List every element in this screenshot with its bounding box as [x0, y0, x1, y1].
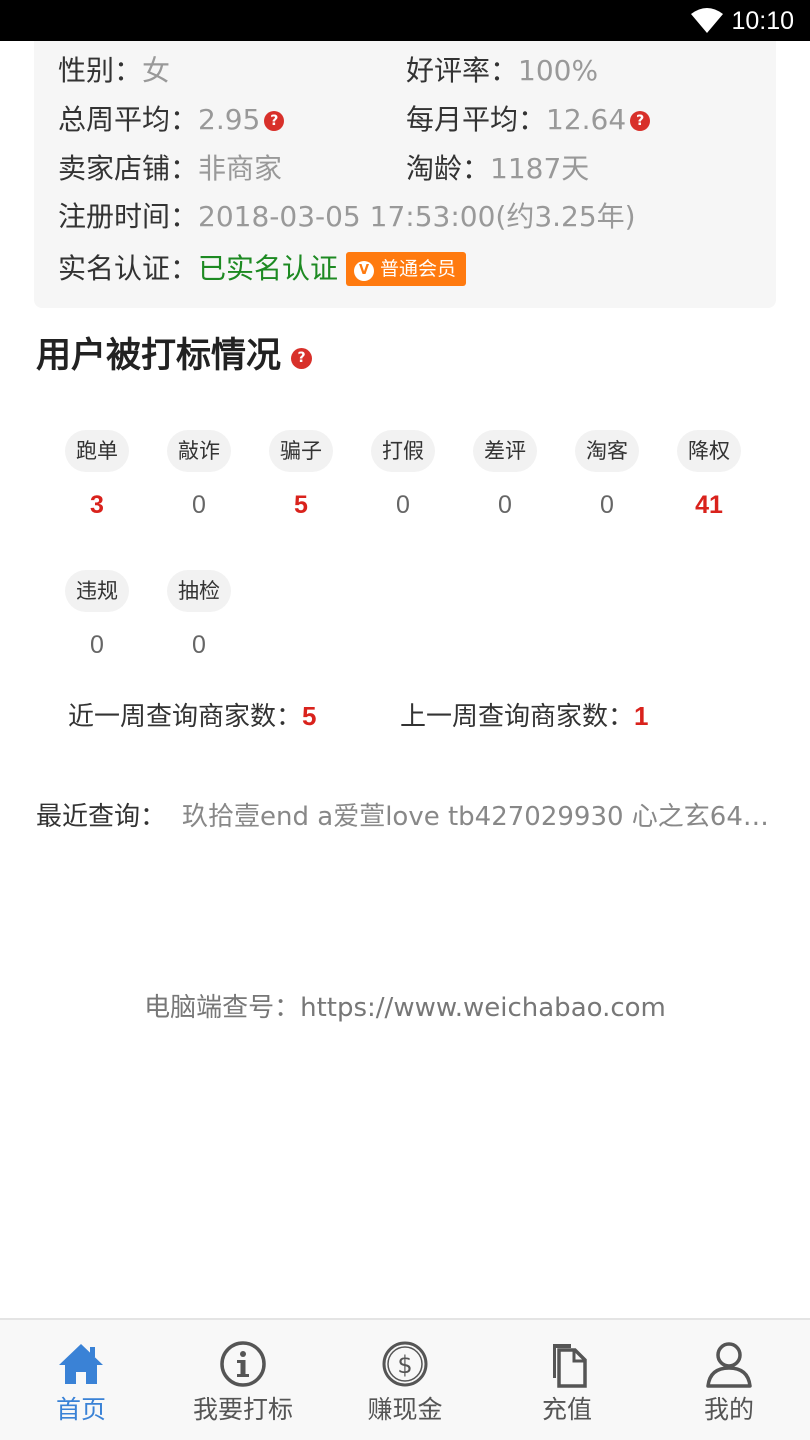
- tag-item: 淘客 0: [556, 430, 658, 520]
- tag-label[interactable]: 差评: [473, 430, 537, 472]
- recent-queries-value[interactable]: 玖拾壹end a爱萱love tb427029930 心之玄64…: [182, 802, 769, 832]
- weekly-avg-value: 2.95: [198, 103, 261, 136]
- tag-item: 违规 0: [46, 570, 148, 660]
- rating-row: 好评率：100%: [406, 51, 598, 91]
- monthly-avg-label: 每月平均：: [406, 103, 547, 136]
- tag-item: 降权 41: [658, 430, 760, 520]
- help-icon[interactable]: ?: [264, 111, 285, 131]
- status-bar: 10:10: [0, 0, 810, 41]
- tag-label[interactable]: 降权: [677, 430, 741, 472]
- tag-count: 0: [90, 631, 104, 659]
- user-icon: [706, 1342, 752, 1388]
- documents-icon: [553, 1344, 587, 1388]
- this-week-queries: 近一周查询商家数：5: [68, 698, 316, 735]
- tag-count: 0: [498, 491, 512, 519]
- verification-row: 实名认证：已实名认证 V 普通会员: [58, 249, 467, 289]
- tab-mark[interactable]: 我要打标: [162, 1320, 324, 1440]
- register-time-label: 注册时间：: [58, 200, 199, 233]
- gender-label: 性别：: [58, 54, 143, 87]
- rating-label: 好评率：: [406, 54, 519, 87]
- tag-label[interactable]: 违规: [65, 570, 129, 612]
- verification-value: 已实名认证: [198, 252, 339, 285]
- last-week-count: 1: [634, 701, 649, 731]
- help-icon[interactable]: ?: [291, 348, 313, 369]
- shop-label: 卖家店铺：: [58, 152, 199, 185]
- this-week-count: 5: [302, 701, 317, 731]
- monthly-avg-value: 12.64: [546, 103, 627, 136]
- tag-count: 0: [396, 491, 410, 519]
- shop-row: 卖家店铺：非商家: [58, 149, 282, 189]
- tab-mine[interactable]: 我的: [648, 1320, 810, 1440]
- register-time-value: 2018-03-05 17:53:00(约3.25年): [198, 200, 636, 233]
- last-week-label: 上一周查询商家数：: [400, 702, 635, 732]
- tag-item: 差评 0: [454, 430, 556, 520]
- this-week-label: 近一周查询商家数：: [68, 702, 303, 732]
- tag-count: 3: [90, 491, 104, 519]
- section-title-text: 用户被打标情况: [36, 336, 282, 376]
- tag-count: 41: [695, 491, 723, 519]
- tag-item: 抽检 0: [148, 570, 250, 660]
- tab-label: 首页: [55, 1395, 106, 1424]
- recent-queries: 最近查询： 玖拾壹end a爱萱love tb427029930 心之玄64…: [36, 798, 770, 836]
- tag-label[interactable]: 抽检: [167, 570, 231, 612]
- tag-item: 跑单 3: [46, 430, 148, 520]
- tag-count: 0: [600, 491, 614, 519]
- status-time: 10:10: [731, 7, 794, 35]
- shop-value: 非商家: [198, 152, 283, 185]
- bottom-tab-bar: 首页 我要打标 $ 赚现金 充值 我的: [0, 1318, 810, 1440]
- tag-item: 敲诈 0: [148, 430, 250, 520]
- tag-label[interactable]: 淘客: [575, 430, 639, 472]
- weekly-avg-row: 总周平均：2.95?: [58, 100, 285, 140]
- account-age-row: 淘龄：1187天: [406, 149, 589, 189]
- recent-queries-label: 最近查询：: [36, 802, 167, 832]
- tag-count: 0: [192, 631, 206, 659]
- tab-recharge[interactable]: 充值: [486, 1320, 648, 1440]
- info-icon: [220, 1341, 266, 1387]
- help-icon[interactable]: ?: [630, 111, 651, 131]
- tag-item: 骗子 5: [250, 430, 352, 520]
- svg-text:$: $: [397, 1351, 412, 1379]
- tab-label: 赚现金: [367, 1395, 443, 1424]
- register-time-row: 注册时间：2018-03-05 17:53:00(约3.25年): [58, 197, 636, 237]
- vip-icon: V: [354, 261, 375, 281]
- tab-label: 充值: [541, 1395, 592, 1424]
- gender-value: 女: [142, 54, 171, 87]
- member-badge: V 普通会员: [346, 252, 467, 286]
- tab-earn[interactable]: $ 赚现金: [324, 1320, 486, 1440]
- tab-label: 我要打标: [192, 1395, 293, 1424]
- weekly-avg-label: 总周平均：: [58, 103, 199, 136]
- tag-item: 打假 0: [352, 430, 454, 520]
- section-title: 用户被打标情况?: [36, 334, 313, 378]
- tab-home[interactable]: 首页: [0, 1320, 162, 1440]
- account-age-value: 1187天: [490, 152, 590, 185]
- verification-label: 实名认证：: [58, 252, 199, 285]
- tag-label[interactable]: 敲诈: [167, 430, 231, 472]
- monthly-avg-row: 每月平均：12.64?: [406, 100, 651, 140]
- home-icon: [59, 1344, 103, 1384]
- dollar-icon: $: [382, 1341, 428, 1387]
- tab-label: 我的: [703, 1395, 754, 1424]
- member-badge-label: 普通会员: [380, 258, 457, 280]
- tag-count: 5: [294, 491, 308, 519]
- tag-count: 0: [192, 491, 206, 519]
- gender-row: 性别：女: [58, 51, 170, 91]
- last-week-queries: 上一周查询商家数：1: [400, 698, 648, 735]
- wifi-icon: [691, 8, 723, 33]
- tag-label[interactable]: 跑单: [65, 430, 129, 472]
- pc-site-link[interactable]: 电脑端查号：https://www.weichabao.com: [0, 990, 810, 1026]
- tag-label[interactable]: 打假: [371, 430, 435, 472]
- account-age-label: 淘龄：: [406, 152, 491, 185]
- tag-label[interactable]: 骗子: [269, 430, 333, 472]
- profile-info-card: 性别：女 好评率：100% 总周平均：2.95? 每月平均：12.64? 卖家店…: [34, 41, 776, 308]
- rating-value: 100%: [518, 54, 599, 87]
